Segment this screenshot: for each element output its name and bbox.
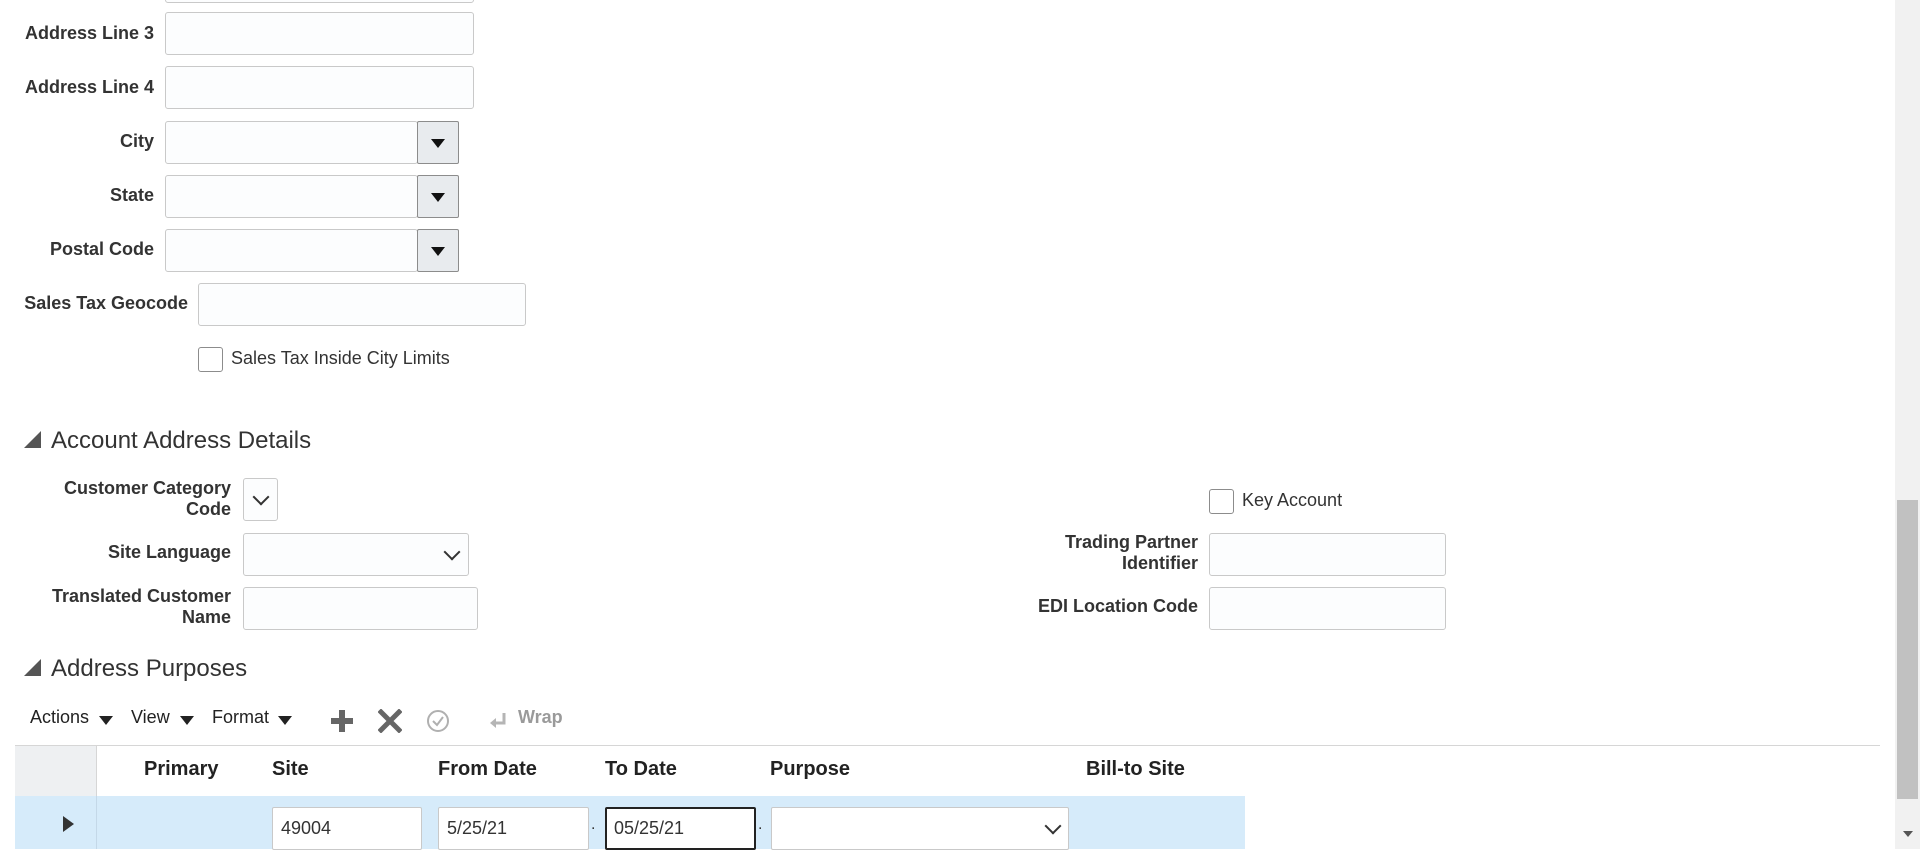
triangle-down-icon xyxy=(431,139,445,148)
column-header-from-date[interactable]: From Date xyxy=(438,758,537,781)
from-date-cell-input[interactable]: 5/25/21 xyxy=(438,807,589,850)
date-picker-dot[interactable]: . xyxy=(758,816,762,834)
translated-customer-name-input[interactable] xyxy=(243,587,478,630)
triangle-down-icon xyxy=(431,193,445,202)
column-header-bill-to-site[interactable]: Bill-to Site xyxy=(1086,758,1185,781)
row-header-column xyxy=(15,746,97,796)
address-purposes-title: Address Purposes xyxy=(51,655,248,682)
delete-icon[interactable] xyxy=(378,709,402,733)
collapse-triangle-icon[interactable] xyxy=(24,659,41,676)
postal-code-label: Postal Code xyxy=(49,239,154,259)
key-account-checkbox[interactable] xyxy=(1209,489,1234,514)
state-dropdown-button[interactable] xyxy=(417,175,459,218)
check-circle-icon[interactable] xyxy=(426,709,450,733)
sales-tax-geocode-input[interactable] xyxy=(198,283,526,326)
sales-tax-geocode-label: Sales Tax Geocode xyxy=(24,293,188,313)
wrap-icon[interactable] xyxy=(488,711,508,731)
actions-menu-label: Actions xyxy=(30,707,90,727)
purpose-cell-select[interactable] xyxy=(771,807,1069,850)
trading-partner-identifier-input[interactable] xyxy=(1209,533,1446,576)
column-header-site[interactable]: Site xyxy=(272,758,309,781)
add-icon[interactable] xyxy=(330,709,354,733)
chevron-down-icon xyxy=(252,488,270,506)
collapse-triangle-icon[interactable] xyxy=(24,431,41,448)
key-account-label: Key Account xyxy=(1242,490,1343,510)
site-language-select[interactable] xyxy=(243,533,469,576)
row-selector[interactable] xyxy=(15,796,97,849)
customer-category-code-label: Customer Category Code xyxy=(63,478,231,519)
account-address-details-title: Account Address Details xyxy=(51,427,312,454)
date-picker-dot[interactable]: . xyxy=(591,816,595,834)
site-cell-input[interactable]: 49004 xyxy=(272,807,422,850)
address-line-4-input[interactable] xyxy=(165,66,474,109)
table-divider xyxy=(15,745,1880,746)
address-line-3-label: Address Line 3 xyxy=(24,23,154,43)
vertical-scrollbar[interactable] xyxy=(1895,0,1920,849)
wrap-button[interactable]: Wrap xyxy=(518,707,563,728)
city-dropdown-button[interactable] xyxy=(417,121,459,164)
state-label: State xyxy=(109,185,154,205)
translated-customer-name-label: Translated Customer Name xyxy=(51,586,231,627)
view-menu-label: View xyxy=(131,707,170,727)
city-input[interactable] xyxy=(165,121,418,164)
format-menu-label: Format xyxy=(212,707,270,727)
column-header-purpose[interactable]: Purpose xyxy=(770,758,850,781)
address-line-3-input[interactable] xyxy=(165,12,474,55)
chevron-down-icon xyxy=(1044,817,1062,835)
triangle-right-icon xyxy=(63,816,74,832)
postal-code-dropdown-button[interactable] xyxy=(417,229,459,272)
address-line-2-input[interactable] xyxy=(165,0,474,3)
scrollbar-thumb[interactable] xyxy=(1897,500,1918,799)
city-label: City xyxy=(119,131,154,151)
chevron-down-icon xyxy=(443,543,461,561)
to-date-cell-input[interactable]: 05/25/21 xyxy=(605,807,756,850)
state-input[interactable] xyxy=(165,175,418,218)
triangle-down-icon xyxy=(431,247,445,256)
postal-code-input[interactable] xyxy=(165,229,418,272)
site-language-label: Site Language xyxy=(107,542,231,562)
column-header-primary[interactable]: Primary xyxy=(144,758,219,781)
sales-tax-inside-city-label: Sales Tax Inside City Limits xyxy=(231,348,450,368)
address-line-4-label: Address Line 4 xyxy=(24,77,154,97)
sales-tax-inside-city-checkbox[interactable] xyxy=(198,347,223,372)
triangle-down-icon xyxy=(278,716,292,725)
scroll-down-arrow-icon[interactable] xyxy=(1903,831,1913,837)
customer-category-code-select[interactable] xyxy=(243,478,278,521)
edi-location-code-label: EDI Location Code xyxy=(1037,596,1198,616)
edi-location-code-input[interactable] xyxy=(1209,587,1446,630)
column-header-to-date[interactable]: To Date xyxy=(605,758,677,781)
triangle-down-icon xyxy=(99,716,113,725)
trading-partner-identifier-label: Trading Partner Identifier xyxy=(1064,532,1198,573)
triangle-down-icon xyxy=(180,716,194,725)
